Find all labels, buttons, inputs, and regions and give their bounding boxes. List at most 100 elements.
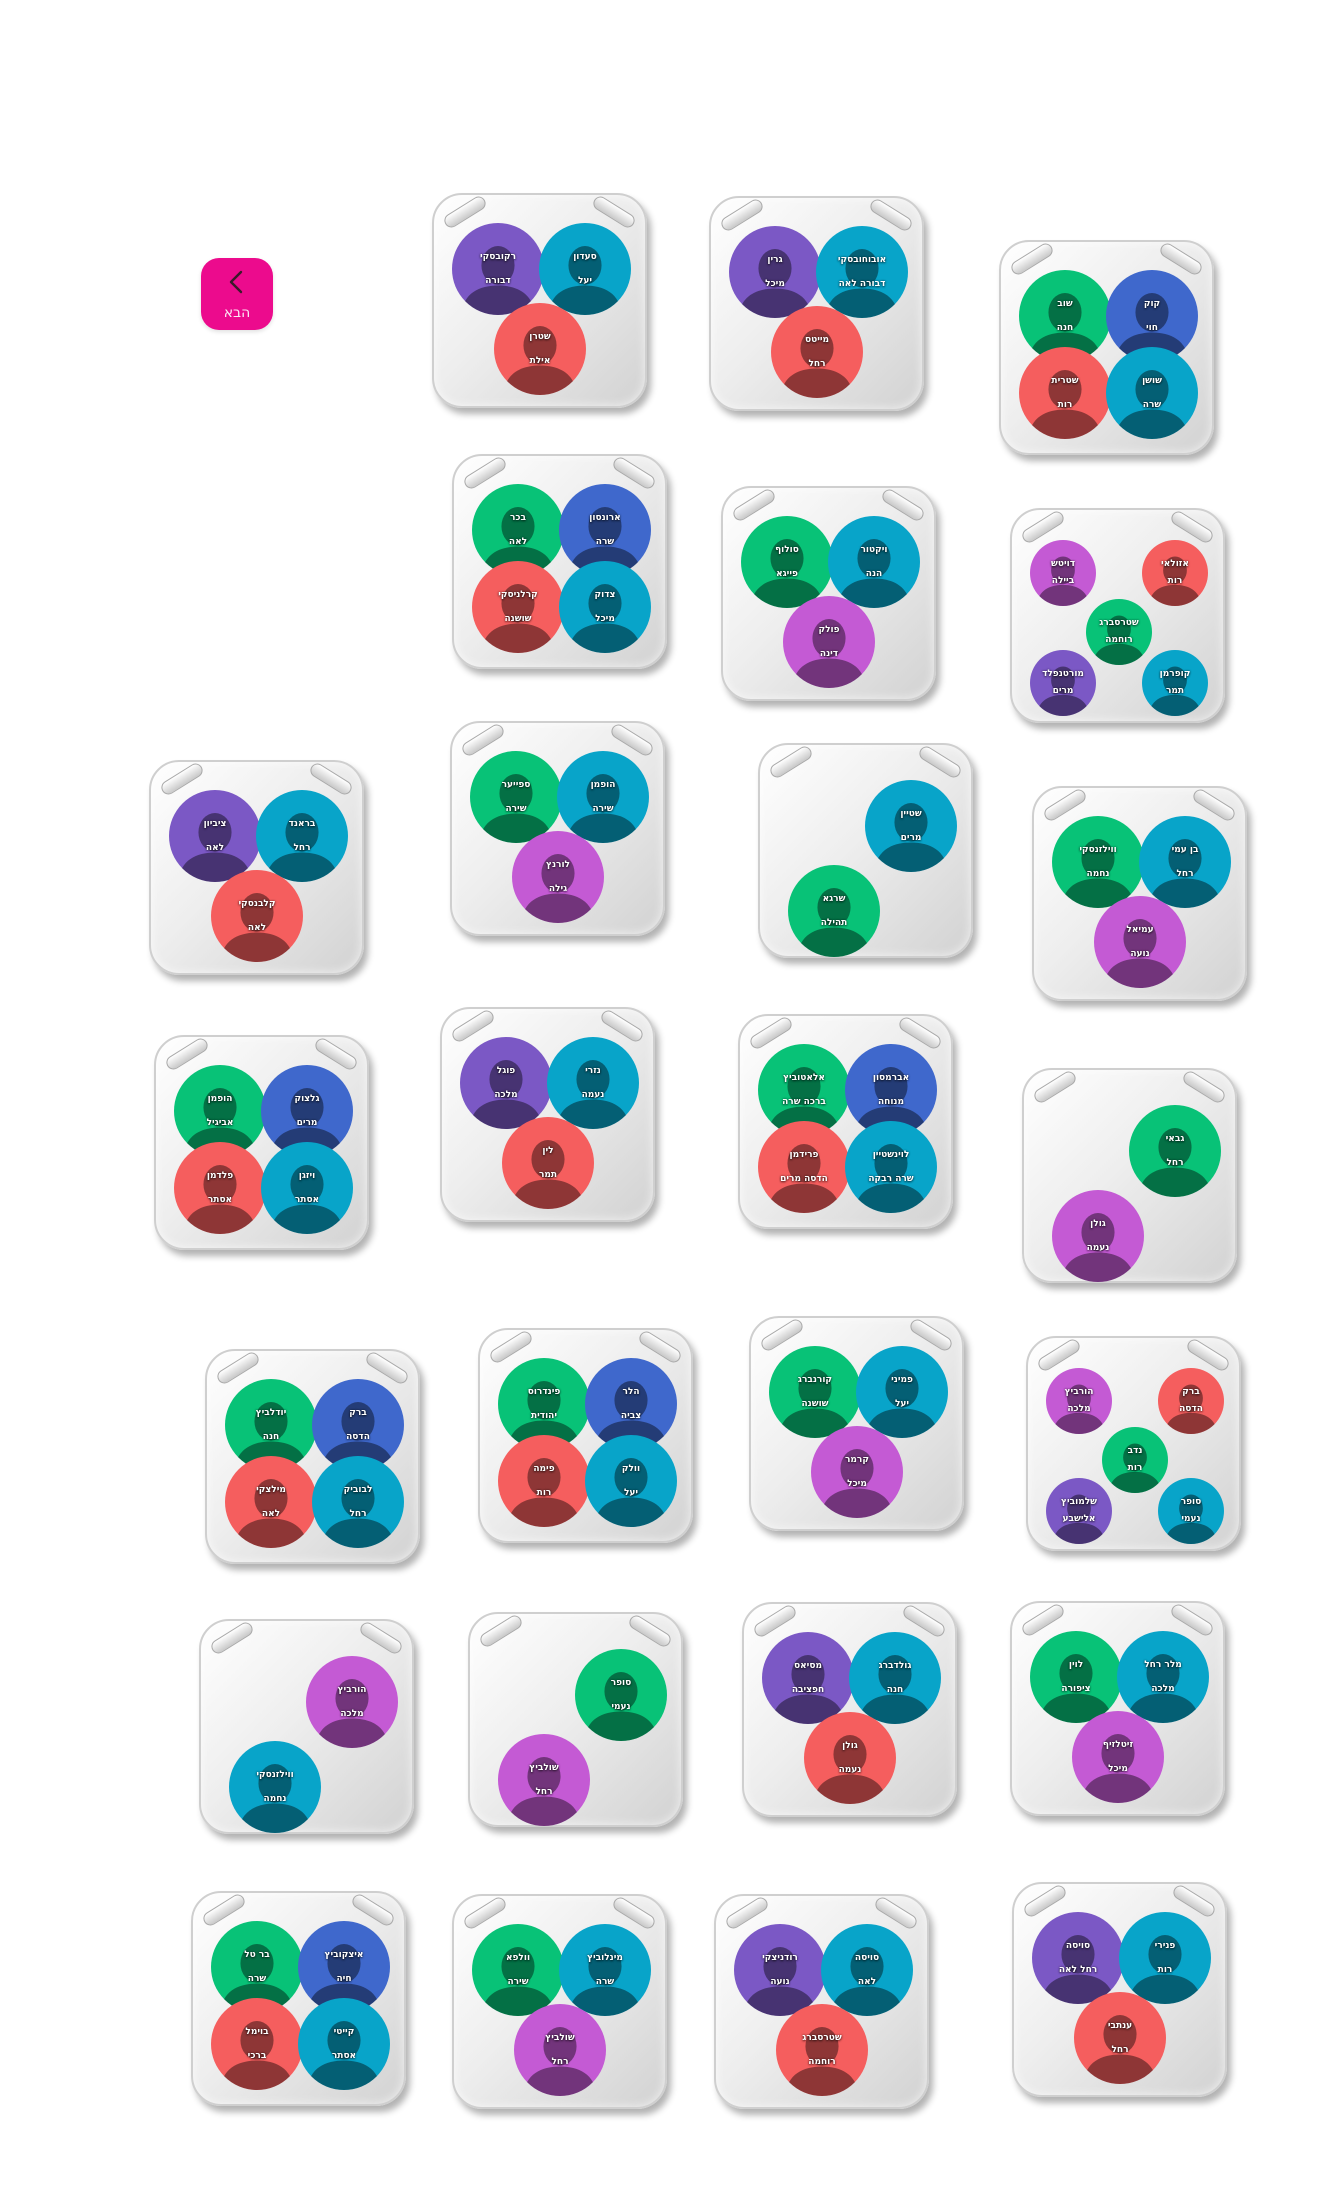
guest-seat[interactable]: ענתבי רחל xyxy=(1074,1992,1166,2084)
guest-seat[interactable]: פלדמן אסתר xyxy=(174,1142,266,1234)
guest-seat[interactable]: דויטש ביילה xyxy=(1030,540,1096,606)
guest-seat[interactable]: ספייער שירה xyxy=(470,751,562,843)
guest-seat[interactable]: ויקטור הנה xyxy=(828,516,920,608)
guest-seat[interactable]: גבאי רחל xyxy=(1129,1105,1221,1197)
table-card[interactable]: דויטש ביילה אזולאי רות שטרסברג רוחמה מורטנפלד מ… xyxy=(1010,508,1225,723)
guest-seat[interactable]: בן עמי רחל xyxy=(1139,816,1231,908)
guest-seat[interactable]: שולביץ רחל xyxy=(498,1734,590,1826)
guest-seat[interactable]: סויסה לאה xyxy=(821,1924,913,2016)
guest-seat[interactable]: לבוביק רחל xyxy=(312,1456,404,1548)
guest-seat[interactable]: שלמוביץ אלישבע xyxy=(1046,1478,1112,1544)
guest-seat[interactable]: פנירי רות xyxy=(1119,1912,1211,2004)
table-card[interactable]: ספייער שירה הופמן שירה לורנץ גילה xyxy=(450,721,665,936)
guest-seat[interactable]: לורנץ גילה xyxy=(512,831,604,923)
guest-seat[interactable]: מורטנפלד מרים xyxy=(1030,650,1096,716)
table-card[interactable]: שוב חנה קוק חוי שטרית רות שושן שרה xyxy=(999,240,1214,455)
table-card[interactable]: גבאי רחל גולן נעמה xyxy=(1022,1068,1237,1283)
table-card[interactable]: יודלביץ חנה ברק הדסה מילצקי לאה לבוביק רחל xyxy=(205,1349,420,1564)
guest-seat[interactable]: בראנד רחל xyxy=(256,790,348,882)
guest-seat[interactable]: וולק יעל xyxy=(585,1435,677,1527)
guest-seat[interactable]: ברק הדסה xyxy=(1158,1368,1224,1434)
table-card[interactable]: סופר נעמי שולביץ רחל xyxy=(468,1612,683,1827)
table-card[interactable]: ווילזנסקי נחמה בן עמי רחל עמיאל נועה xyxy=(1032,786,1247,1001)
table-card[interactable]: ציביון לאה בראנד רחל קלבנסקי לאה xyxy=(149,760,364,975)
table-card[interactable]: מסיאס חפציבה גולדברג חנה גולן נעמה xyxy=(742,1602,957,1817)
guest-seat[interactable]: נזרי נעמה xyxy=(547,1037,639,1129)
table-card[interactable]: רודניצקי נועה סויסה לאה שטרסברג רוחמה xyxy=(714,1894,929,2109)
guest-seat[interactable]: לוין ציפורה xyxy=(1030,1631,1122,1723)
table-card[interactable]: הורביץ מלכה ברק הדסה נדב רות שלמוביץ אלישבע סופר… xyxy=(1026,1336,1241,1551)
table-card[interactable]: סולוף פייגא ויקטור הנה פולק דינה xyxy=(721,486,936,701)
guest-seat[interactable]: סופר נעמי xyxy=(575,1649,667,1741)
table-card[interactable]: בכר לאה ארונסון שרה קרלניסקי שושנה צדוק מיכל xyxy=(452,454,667,669)
guest-seat[interactable]: שושן שרה xyxy=(1106,347,1198,439)
guest-seat[interactable]: גולן נעמה xyxy=(804,1712,896,1804)
guest-seat[interactable]: שולביץ רחל xyxy=(514,2004,606,2096)
guest-seat[interactable]: סויסה רחל לאה xyxy=(1032,1912,1124,2004)
table-card[interactable]: שטיין מרים שרגא תהילה xyxy=(758,743,973,958)
guest-seat[interactable]: שטיין מרים xyxy=(865,780,957,872)
guest-seat[interactable]: הורביץ מלכה xyxy=(306,1656,398,1748)
table-card[interactable]: הופמן אביגיל גלצוק מרים פלדמן אסתר ויזגן אסתר xyxy=(154,1035,369,1250)
table-card[interactable]: רקובסקי דבורה סעדון יעל שטרן אילת xyxy=(432,193,647,408)
table-card[interactable]: פינדרוס יהודית הלר צביה פימה רות וולק יעל xyxy=(478,1328,693,1543)
guest-seat[interactable]: שרגא תהילה xyxy=(788,865,880,957)
guest-seat[interactable]: אובוחובסקי דבורה לאה xyxy=(816,226,908,318)
guest-seat[interactable]: רודניצקי נועה xyxy=(734,1924,826,2016)
guest-seat[interactable]: הופמן שירה xyxy=(557,751,649,843)
guest-seat[interactable]: הורביץ מלכה xyxy=(1046,1368,1112,1434)
guest-seat[interactable]: סולוף פייגא xyxy=(741,516,833,608)
guest-seat[interactable]: פמיני יעל xyxy=(856,1346,948,1438)
guest-name: קוק חוי xyxy=(1106,292,1198,340)
guest-seat[interactable]: פולק דינה xyxy=(783,596,875,688)
guest-seat[interactable]: מייטס רחל xyxy=(771,306,863,398)
guest-name: רודניצקי נועה xyxy=(734,1946,826,1994)
table-card[interactable]: לוין ציפורה מלר רחל מלכה זיטלזיף מיכל xyxy=(1010,1601,1225,1816)
table-card[interactable]: אלאטוביץ ברכה שרה אברמסון מנוחה פרידמן הדסה מ… xyxy=(738,1014,953,1229)
guest-seat[interactable]: פוגל מלכה xyxy=(460,1037,552,1129)
table-card[interactable]: קורנברג שושנה פמיני יעל קרמר מיכל xyxy=(749,1316,964,1531)
table-card[interactable]: בר טל שרה איצקוביץ חיה בוימל ברכי קייטי אסתר xyxy=(191,1891,406,2106)
guest-seat[interactable]: צדוק מיכל xyxy=(559,561,651,653)
guest-seat[interactable]: קרמר מיכל xyxy=(811,1426,903,1518)
guest-seat[interactable]: רקובסקי דבורה xyxy=(452,223,544,315)
guest-seat[interactable]: מינלוביץ שרה xyxy=(559,1924,651,2016)
next-button[interactable]: הבא xyxy=(201,258,273,330)
guest-seat[interactable]: קרלניסקי שושנה xyxy=(472,561,564,653)
guest-seat[interactable]: לין תמר xyxy=(502,1117,594,1209)
guest-seat[interactable]: שטרית רות xyxy=(1019,347,1111,439)
guest-seat[interactable]: קופרמן תמר xyxy=(1142,650,1208,716)
guest-seat[interactable]: ציביון לאה xyxy=(169,790,261,882)
guest-seat[interactable]: ויזגן אסתר xyxy=(261,1142,353,1234)
guest-seat[interactable]: גולן נעמה xyxy=(1052,1190,1144,1282)
guest-seat[interactable]: אזולאי רות xyxy=(1142,540,1208,606)
guest-seat[interactable]: פרידמן הדסה מרים xyxy=(758,1121,850,1213)
guest-name: סופר נעמי xyxy=(575,1671,667,1719)
guest-seat[interactable]: מסיאס חפציבה xyxy=(762,1632,854,1724)
table-card[interactable]: גרין מיכל אובוחובסקי דבורה לאה מייטס רחל xyxy=(709,196,924,411)
guest-seat[interactable]: מילצקי לאה xyxy=(225,1456,317,1548)
guest-name: בן עמי רחל xyxy=(1139,838,1231,886)
guest-seat[interactable]: סופר נעמי xyxy=(1158,1478,1224,1544)
guest-seat[interactable]: וולפא שירה xyxy=(472,1924,564,2016)
guest-seat[interactable]: קלבנסקי לאה xyxy=(211,870,303,962)
table-card[interactable]: וולפא שירה מינלוביץ שרה שולביץ רחל xyxy=(452,1894,667,2109)
guest-seat[interactable]: מלר רחל מלכה xyxy=(1117,1631,1209,1723)
table-card[interactable]: הורביץ מלכה ווילזנסקי נחמה xyxy=(199,1619,414,1834)
guest-seat[interactable]: גולדברג חנה xyxy=(849,1632,941,1724)
guest-seat[interactable]: שטרן אילת xyxy=(494,303,586,395)
guest-seat[interactable]: זיטלזיף מיכל xyxy=(1072,1711,1164,1803)
guest-seat[interactable]: עמיאל נועה xyxy=(1094,896,1186,988)
guest-seat[interactable]: קייטי אסתר xyxy=(298,1998,390,2090)
guest-seat[interactable]: סעדון יעל xyxy=(539,223,631,315)
guest-seat[interactable]: קורנברג שושנה xyxy=(769,1346,861,1438)
table-card[interactable]: סויסה רחל לאה פנירי רות ענתבי רחל xyxy=(1012,1882,1227,2097)
guest-seat[interactable]: ווילזנסקי נחמה xyxy=(1052,816,1144,908)
table-card[interactable]: פוגל מלכה נזרי נעמה לין תמר xyxy=(440,1007,655,1222)
guest-seat[interactable]: ווילזנסקי נחמה xyxy=(229,1741,321,1833)
guest-seat[interactable]: שטרסברג רוחמה xyxy=(776,2004,868,2096)
guest-seat[interactable]: פימה רות xyxy=(498,1435,590,1527)
guest-seat[interactable]: גרין מיכל xyxy=(729,226,821,318)
guest-seat[interactable]: לוינשטיין שרה רבקה xyxy=(845,1121,937,1213)
guest-seat[interactable]: בוימל ברכי xyxy=(211,1998,303,2090)
